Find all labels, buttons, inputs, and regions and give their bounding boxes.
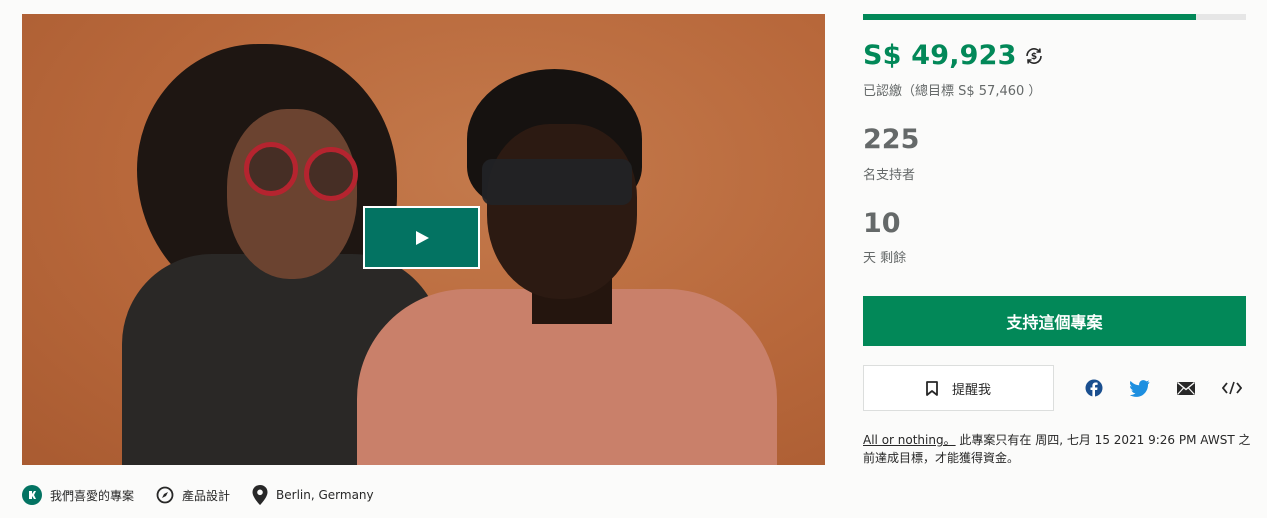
- compass-icon: [156, 486, 174, 504]
- person-right-face: [487, 124, 637, 299]
- meta-category[interactable]: 產品設計: [156, 486, 230, 504]
- project-video[interactable]: [22, 14, 825, 465]
- play-icon: [415, 230, 429, 245]
- backers-count: 225: [863, 124, 920, 155]
- svg-text:$: $: [1030, 52, 1036, 62]
- meta-projects-we-love[interactable]: 我們喜愛的專案: [22, 485, 134, 505]
- meta-label: Berlin, Germany: [276, 488, 374, 502]
- embed-icon[interactable]: [1222, 378, 1242, 398]
- red-glasses-right-lens: [304, 147, 358, 201]
- days-remaining-label: 天 剩餘: [863, 251, 907, 266]
- meta-label: 我們喜愛的專案: [50, 488, 135, 503]
- red-glasses-left-lens: [244, 142, 298, 196]
- all-or-nothing-link[interactable]: All or nothing。: [863, 433, 956, 447]
- meta-label: 產品設計: [182, 488, 231, 503]
- meta-location[interactable]: Berlin, Germany: [252, 485, 374, 505]
- email-icon[interactable]: [1176, 378, 1196, 398]
- twitter-icon[interactable]: [1130, 378, 1150, 398]
- play-button[interactable]: [363, 206, 480, 269]
- currency-conversion-icon[interactable]: $: [1023, 45, 1045, 67]
- goal-text: 已認繳（總目標 S$ 57,460 ）: [863, 84, 1042, 99]
- pledged-row: S$ 49,923 $: [863, 40, 1045, 71]
- funding-progress-bar: [863, 14, 1246, 20]
- days-remaining-count: 10: [863, 208, 901, 239]
- funding-terms: All or nothing。 此專案只有在 周四, 七月 15 2021 9:…: [863, 431, 1253, 467]
- facebook-icon[interactable]: [1084, 378, 1104, 398]
- back-this-project-button[interactable]: 支持這個專案: [863, 296, 1246, 346]
- remind-me-label: 提醒我: [951, 382, 991, 398]
- funding-progress-fill: [863, 14, 1196, 20]
- remind-me-button[interactable]: 提醒我: [863, 365, 1054, 411]
- project-meta-row: 我們喜愛的專案 產品設計 Berlin, Germany: [22, 485, 396, 505]
- projects-we-love-icon: [22, 485, 42, 505]
- bookmark-icon: [926, 380, 938, 396]
- funding-panel: S$ 49,923 $ 已認繳（總目標 S$ 57,460 ） 225 名支持者…: [863, 14, 1250, 465]
- location-pin-icon: [252, 485, 268, 505]
- backers-label: 名支持者: [863, 168, 916, 183]
- share-icons: [1084, 378, 1242, 398]
- black-sunglasses: [482, 159, 632, 205]
- pledged-amount: S$ 49,923: [863, 40, 1017, 71]
